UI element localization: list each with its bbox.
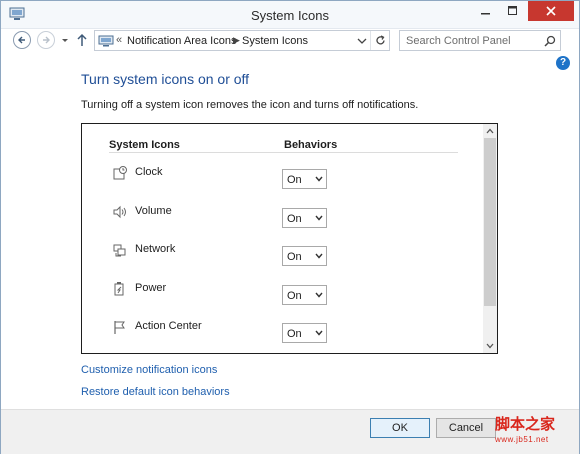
power-behavior-select[interactable]: On: [282, 285, 327, 305]
row-label-volume: Volume: [135, 205, 172, 217]
back-button[interactable]: [13, 31, 31, 49]
column-header-behaviors: Behaviors: [284, 139, 338, 151]
restore-default-icon-behaviors-link[interactable]: Restore default icon behaviors: [81, 386, 230, 398]
arrow-left-icon: [18, 36, 25, 44]
chevron-down-icon: [315, 176, 323, 182]
address-bar[interactable]: « Notification Area Icons ▶ System Icons: [94, 30, 390, 51]
row-label-power: Power: [135, 282, 167, 294]
table-row: Network On: [82, 242, 482, 266]
breadcrumb-notification-area-icons[interactable]: Notification Area Icons: [127, 35, 236, 47]
refresh-button[interactable]: [370, 31, 390, 50]
chevron-down-icon: [315, 330, 323, 336]
maximize-button[interactable]: [500, 1, 526, 21]
page-title: Turn system icons on or off: [81, 71, 250, 87]
breadcrumb-system-icons[interactable]: System Icons: [242, 35, 308, 47]
power-icon: [114, 282, 124, 296]
arrow-right-icon: [43, 36, 50, 44]
network-behavior-select[interactable]: On: [282, 246, 327, 266]
search-icon[interactable]: [544, 35, 556, 47]
scroll-up-arrow-icon[interactable]: [486, 128, 494, 134]
row-label-clock: Clock: [135, 166, 163, 178]
customize-notification-icons-link[interactable]: Customize notification icons: [81, 364, 217, 376]
volume-icon: [113, 205, 126, 219]
search-box[interactable]: Search Control Panel: [399, 30, 561, 51]
navigation-bar: « Notification Area Icons ▶ System Icons…: [1, 29, 579, 55]
select-value: On: [287, 251, 302, 263]
minimize-button[interactable]: [473, 1, 499, 21]
up-arrow-icon[interactable]: [76, 33, 88, 47]
row-label-network: Network: [135, 243, 176, 255]
table-row: Action Center On: [82, 319, 482, 343]
clock-behavior-select[interactable]: On: [282, 169, 327, 189]
volume-behavior-select[interactable]: On: [282, 208, 327, 228]
select-value: On: [287, 213, 302, 225]
close-button[interactable]: [528, 1, 574, 21]
cancel-button[interactable]: Cancel: [436, 418, 496, 438]
help-button[interactable]: ?: [556, 56, 570, 70]
breadcrumb-arrow[interactable]: ▶: [233, 35, 240, 46]
address-overflow-chevron[interactable]: «: [116, 34, 122, 46]
watermark-url: www.jb51.net: [495, 435, 549, 444]
system-icons-list: System Icons Behaviors Clock On Volume O…: [81, 123, 498, 354]
title-bar: System Icons: [1, 1, 579, 29]
select-value: On: [287, 174, 302, 186]
minimize-icon: [481, 13, 490, 15]
control-panel-icon: [98, 35, 114, 47]
refresh-icon: [376, 35, 385, 45]
action-center-flag-icon: [114, 321, 125, 334]
ok-button[interactable]: OK: [370, 418, 430, 438]
list-scrollbar[interactable]: [483, 124, 497, 353]
maximize-icon: [508, 6, 517, 15]
clock-icon: [113, 166, 127, 180]
address-dropdown-chevron-down-icon[interactable]: [357, 36, 367, 46]
table-row: Clock On: [82, 165, 482, 189]
network-icon: [113, 244, 126, 257]
select-value: On: [287, 290, 302, 302]
forward-button[interactable]: [37, 31, 55, 49]
column-header-system-icons: System Icons: [109, 139, 180, 151]
page-description: Turning off a system icon removes the ic…: [81, 99, 419, 111]
recent-locations-chevron-down-icon[interactable]: [60, 34, 70, 46]
chevron-down-icon: [315, 253, 323, 259]
system-icons-window: System Icons « Notification Area Icons ▶…: [0, 0, 580, 454]
header-divider: [109, 152, 458, 153]
table-row: Volume On: [82, 204, 482, 228]
scroll-down-arrow-icon[interactable]: [486, 343, 494, 349]
watermark: 脚本之家 www.jb51.net: [489, 413, 580, 453]
action-center-behavior-select[interactable]: On: [282, 323, 327, 343]
select-value: On: [287, 328, 302, 340]
close-icon: [546, 6, 556, 16]
row-label-action-center: Action Center: [135, 320, 202, 332]
watermark-text: 脚本之家: [495, 416, 556, 433]
table-row: Power On: [82, 281, 482, 305]
chevron-down-icon: [315, 292, 323, 298]
chevron-down-icon: [315, 215, 323, 221]
search-input[interactable]: Search Control Panel: [406, 35, 511, 47]
scroll-thumb[interactable]: [484, 138, 496, 306]
